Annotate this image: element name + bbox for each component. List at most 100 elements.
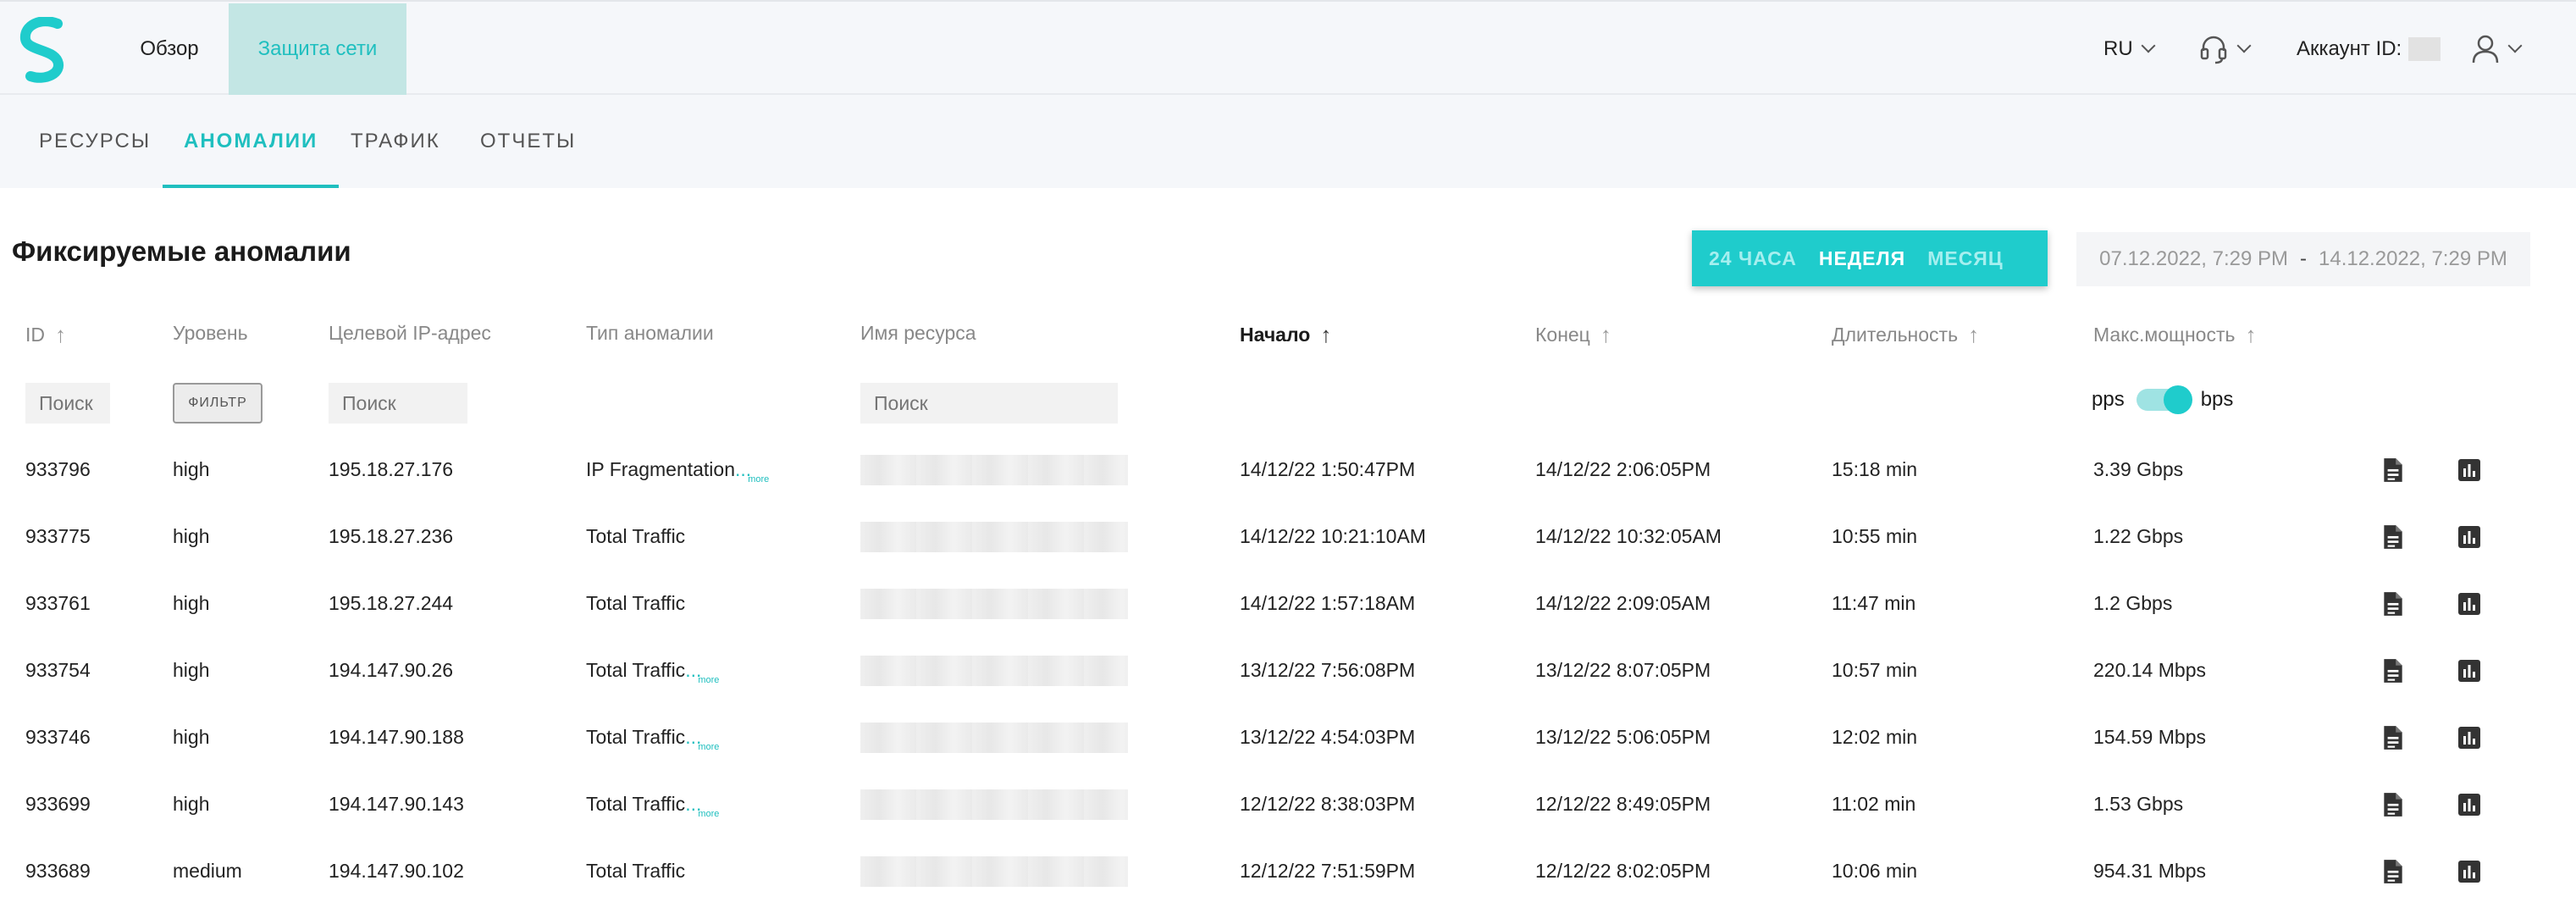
table-row[interactable]: 933699 high 194.147.90.143 Total Traffic...… <box>0 771 2576 838</box>
chart-button[interactable] <box>2457 570 2481 637</box>
sort-arrow-icon: ↑ <box>1320 322 1332 347</box>
table-row[interactable]: 933761 high 195.18.27.244 Total Traffic 14/1… <box>0 570 2576 637</box>
chart-button[interactable] <box>2457 838 2481 905</box>
table-row[interactable]: 933689 medium 194.147.90.102 Total Traffic 1… <box>0 838 2576 905</box>
cell-ip: 194.147.90.188 <box>329 726 464 748</box>
user-menu[interactable] <box>2471 3 2523 95</box>
header-duration[interactable]: Длительность ↑ <box>1832 322 1979 348</box>
header-id[interactable]: ID ↑ <box>25 322 66 348</box>
support-menu[interactable] <box>2198 3 2252 95</box>
more-link[interactable]: more <box>698 809 719 819</box>
more-link[interactable]: more <box>748 474 769 484</box>
nav-network-protection[interactable]: Защита сети <box>229 3 406 95</box>
cell-start: 14/12/22 1:57:18AM <box>1240 592 1416 614</box>
resource-name-redacted <box>860 521 1128 552</box>
language-label: RU <box>2103 37 2133 60</box>
table-row[interactable]: 933746 high 194.147.90.188 Total Traffic...… <box>0 704 2576 771</box>
period-week[interactable]: НЕДЕЛЯ <box>1810 247 1914 270</box>
cell-level: high <box>173 525 210 547</box>
report-button[interactable] <box>2381 637 2405 704</box>
cell-id: 933746 <box>25 726 91 748</box>
header-end-label: Конец <box>1535 324 1590 346</box>
cell-level: high <box>173 793 210 815</box>
anomaly-type: Total Traffic <box>586 726 686 748</box>
header-resource: Имя ресурса <box>860 322 976 345</box>
account-id: Аккаунт ID: <box>2297 3 2441 95</box>
report-button[interactable] <box>2381 771 2405 838</box>
unit-toggle[interactable]: pps bps <box>2092 385 2233 414</box>
chevron-down-icon <box>2236 38 2252 53</box>
cell-id: 933699 <box>25 793 91 815</box>
anomaly-type: Total Traffic <box>586 592 686 614</box>
report-button[interactable] <box>2381 570 2405 637</box>
cell-ip: 195.18.27.244 <box>329 592 454 614</box>
tab-anomalies[interactable]: АНОМАЛИИ <box>163 95 340 188</box>
report-button[interactable] <box>2381 436 2405 503</box>
resource-name-redacted <box>860 655 1128 686</box>
cell-type: Total Traffic <box>586 503 685 570</box>
document-icon <box>2384 725 2402 750</box>
header-level: Уровень <box>173 322 248 345</box>
period-month[interactable]: МЕСЯЦ <box>1919 247 2011 270</box>
unit-pps-label: pps <box>2092 388 2125 411</box>
document-icon <box>2384 524 2402 549</box>
cell-type: Total Traffic <box>586 838 685 905</box>
table-row[interactable]: 933754 high 194.147.90.26 Total Traffic... m… <box>0 637 2576 704</box>
chevron-down-icon <box>2507 38 2523 53</box>
resource-search-input[interactable] <box>860 383 1118 424</box>
header-type-label: Тип аномалии <box>586 322 714 344</box>
cell-type: Total Traffic... more <box>586 637 719 704</box>
id-search-input[interactable] <box>25 383 110 424</box>
chart-button[interactable] <box>2457 436 2481 503</box>
language-selector[interactable]: RU <box>2103 3 2156 95</box>
table-row[interactable]: 933775 high 195.18.27.236 Total Traffic 14/1… <box>0 503 2576 570</box>
nav-overview[interactable]: Обзор <box>119 3 220 95</box>
report-button[interactable] <box>2381 503 2405 570</box>
chart-button[interactable] <box>2457 503 2481 570</box>
period-24h[interactable]: 24 ЧАСА <box>1700 247 1805 270</box>
cell-duration: 15:18 min <box>1832 458 1918 480</box>
bar-chart-icon <box>2458 793 2480 816</box>
unit-switch[interactable] <box>2136 385 2192 414</box>
cell-type: Total Traffic <box>586 570 685 637</box>
cell-start: 14/12/22 10:21:10AM <box>1240 525 1426 547</box>
cell-start: 13/12/22 4:54:03PM <box>1240 726 1416 748</box>
table-row[interactable]: 933796 high 195.18.27.176 IP Fragmentation.… <box>0 436 2576 503</box>
header-level-label: Уровень <box>173 322 248 344</box>
cell-resource <box>860 436 1128 503</box>
more-link[interactable]: more <box>698 742 719 752</box>
date-to: 14.12.2022, 7:29 PM <box>2319 247 2507 270</box>
tab-traffic[interactable]: ТРАФИК <box>351 95 440 188</box>
date-range-picker[interactable]: 07.12.2022, 7:29 PM - 14.12.2022, 7:29 P… <box>2076 232 2530 286</box>
date-from: 07.12.2022, 7:29 PM <box>2099 247 2288 270</box>
resource-name-redacted <box>860 588 1128 619</box>
sub-tabs: РЕСУРСЫ АНОМАЛИИ ТРАФИК ОТЧЕТЫ <box>0 95 2576 188</box>
ip-search-input[interactable] <box>329 383 467 424</box>
header-id-label: ID <box>25 324 45 346</box>
chevron-down-icon <box>2141 38 2156 53</box>
report-button[interactable] <box>2381 704 2405 771</box>
cell-level: high <box>173 592 210 614</box>
cell-id: 933754 <box>25 659 91 681</box>
logo-icon[interactable] <box>15 17 71 83</box>
tab-reports[interactable]: ОТЧЕТЫ <box>480 95 576 188</box>
cell-resource <box>860 570 1128 637</box>
period-selector: 24 ЧАСА НЕДЕЛЯ МЕСЯЦ <box>1692 230 2048 286</box>
header-start[interactable]: Начало ↑ <box>1240 322 1331 348</box>
chart-button[interactable] <box>2457 771 2481 838</box>
cell-resource <box>860 771 1128 838</box>
header-max[interactable]: Макс.мощность ↑ <box>2093 322 2256 348</box>
header-end[interactable]: Конец ↑ <box>1535 322 1611 348</box>
cell-start: 12/12/22 8:38:03PM <box>1240 793 1416 815</box>
document-icon <box>2384 591 2402 616</box>
level-filter-button[interactable]: ФИЛЬТР <box>173 383 263 424</box>
cell-level: high <box>173 726 210 748</box>
tab-resources[interactable]: РЕСУРСЫ <box>39 95 151 188</box>
chart-button[interactable] <box>2457 637 2481 704</box>
date-separator: - <box>2300 247 2307 270</box>
report-button[interactable] <box>2381 838 2405 905</box>
switch-knob <box>2163 385 2192 414</box>
chart-button[interactable] <box>2457 704 2481 771</box>
more-link[interactable]: more <box>698 675 719 685</box>
cell-type: IP Fragmentation... more <box>586 436 769 503</box>
